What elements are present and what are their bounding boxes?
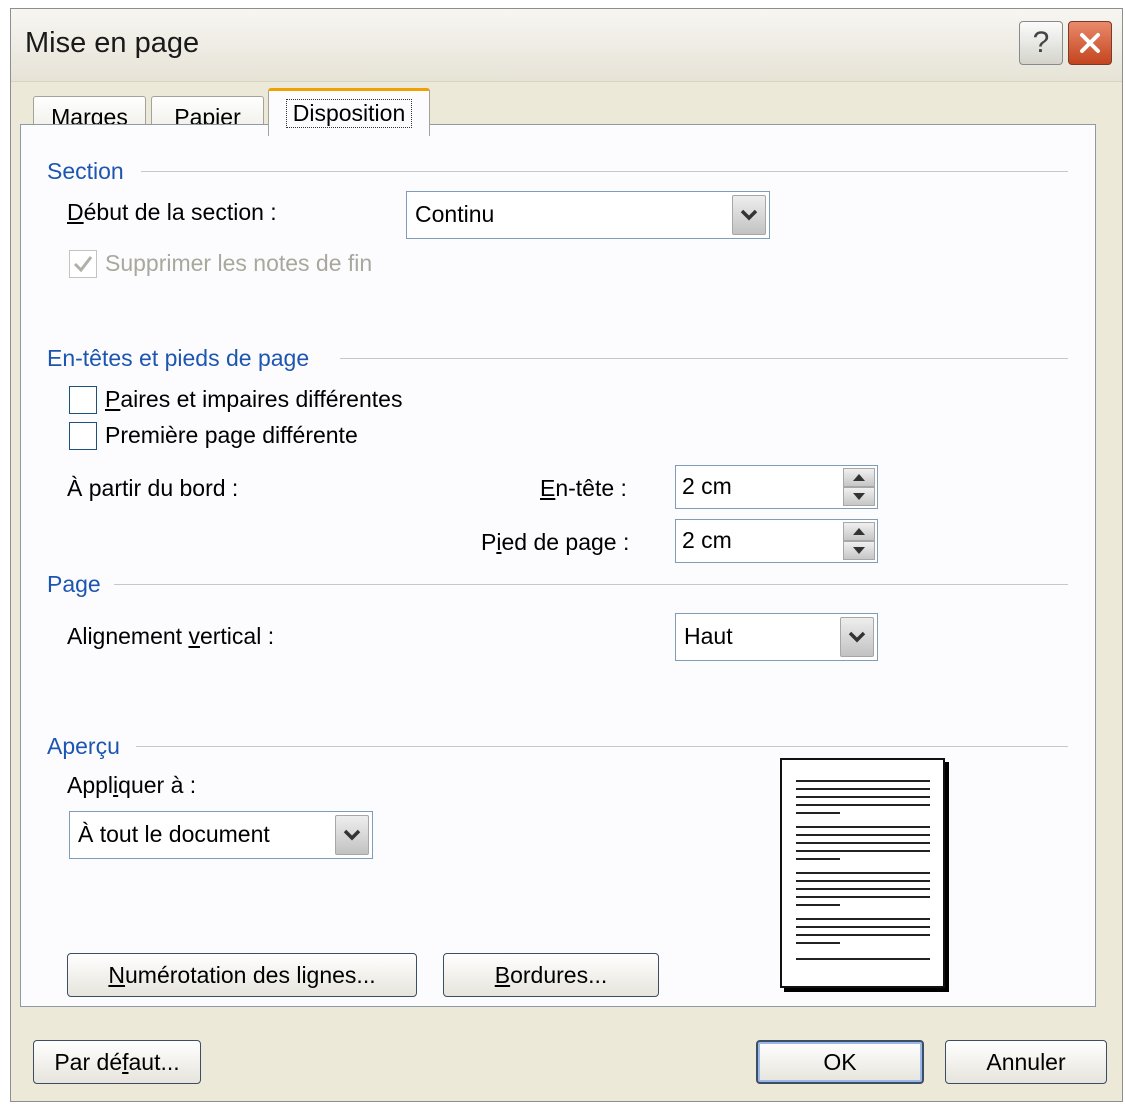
apply-to-select[interactable]: À tout le document: [69, 811, 373, 859]
title-bar[interactable]: Mise en page ?: [11, 9, 1122, 82]
page-group-label: Page: [47, 571, 101, 597]
first-page-checkbox[interactable]: [69, 422, 97, 450]
cancel-button[interactable]: Annuler: [945, 1040, 1107, 1084]
apply-to-label: Appliquer à :: [67, 772, 197, 798]
preview-text-line: [796, 796, 930, 798]
line-numbering-button[interactable]: Numérotation des lignes...: [67, 953, 417, 997]
preview-text-line: [796, 958, 930, 960]
ok-button[interactable]: OK: [756, 1040, 924, 1084]
header-distance-value: 2 cm: [682, 473, 732, 499]
preview-text-line: [796, 804, 930, 806]
dialog-title: Mise en page: [25, 27, 200, 59]
preview-text-line: [796, 896, 930, 898]
checkmark-icon: [73, 256, 93, 273]
section-start-value: Continu: [415, 201, 495, 227]
page-preview-thumbnail: [780, 758, 945, 988]
close-icon: [1080, 33, 1100, 53]
spin-up-icon[interactable]: [843, 522, 875, 541]
vertical-alignment-value: Haut: [684, 623, 733, 649]
spin-down-icon[interactable]: [843, 541, 875, 560]
preview-text-line: [796, 926, 930, 928]
close-button[interactable]: [1068, 21, 1112, 65]
header-distance-spinner[interactable]: 2 cm: [675, 465, 878, 509]
spin-down-icon[interactable]: [843, 487, 875, 506]
first-page-label: Première page différente: [105, 422, 358, 448]
chevron-down-icon[interactable]: [840, 617, 874, 657]
section-divider: [141, 171, 1068, 172]
vertical-alignment-select[interactable]: Haut: [675, 613, 878, 661]
vertical-alignment-label: Alignement vertical :: [67, 623, 275, 649]
preview-text-line: [796, 918, 930, 920]
headers-footers-divider: [340, 358, 1068, 359]
chevron-down-icon[interactable]: [732, 195, 766, 235]
tab-disposition[interactable]: Disposition: [268, 88, 430, 136]
section-start-label: Début de la section :: [67, 199, 277, 225]
apply-to-value: À tout le document: [78, 821, 270, 847]
borders-button[interactable]: Bordures...: [443, 953, 659, 997]
chevron-down-icon[interactable]: [335, 815, 369, 855]
odd-even-label: Paires et impaires différentes: [105, 386, 403, 412]
preview-text-line: [796, 780, 930, 782]
preview-group-label: Aperçu: [47, 733, 120, 759]
headers-footers-group-label: En-têtes et pieds de page: [47, 345, 310, 371]
suppress-endnotes-checkbox[interactable]: [69, 250, 97, 278]
from-edge-label: À partir du bord :: [67, 475, 239, 501]
preview-text-line: [796, 904, 840, 906]
spin-up-icon[interactable]: [843, 468, 875, 487]
preview-text-line: [796, 858, 840, 860]
tab-disposition-label: Disposition: [285, 99, 413, 128]
preview-text-line: [796, 934, 930, 936]
page-divider: [114, 584, 1068, 585]
help-icon: ?: [1032, 26, 1050, 59]
help-button[interactable]: ?: [1019, 21, 1063, 65]
footer-distance-value: 2 cm: [682, 527, 732, 553]
preview-text-line: [796, 834, 930, 836]
preview-text-line: [796, 872, 930, 874]
header-distance-label: En-tête :: [540, 475, 627, 501]
preview-text-line: [796, 850, 930, 852]
footer-distance-label: Pied de page :: [481, 529, 630, 555]
preview-text-line: [796, 842, 930, 844]
preview-text-line: [796, 812, 840, 814]
footer-distance-spinner[interactable]: 2 cm: [675, 519, 878, 563]
preview-text-line: [796, 788, 930, 790]
odd-even-checkbox[interactable]: [69, 386, 97, 414]
section-group-label: Section: [47, 158, 124, 184]
preview-text-line: [796, 942, 840, 944]
preview-divider: [136, 746, 1068, 747]
preview-text-line: [796, 888, 930, 890]
section-start-select[interactable]: Continu: [406, 191, 770, 239]
preview-text-line: [796, 826, 930, 828]
suppress-endnotes-label: Supprimer les notes de fin: [105, 250, 373, 276]
preview-text-line: [796, 880, 930, 882]
default-button[interactable]: Par dé f aut...: [33, 1040, 201, 1084]
